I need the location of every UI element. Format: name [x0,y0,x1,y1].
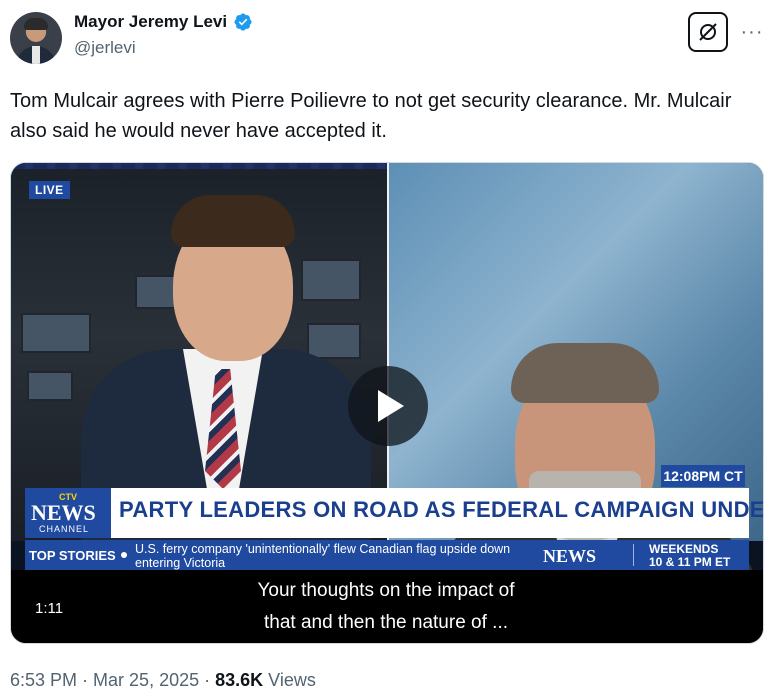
studio-anchor-panel [11,163,387,549]
video-duration: 1:11 [35,600,64,617]
more-options-icon[interactable]: ··· [738,18,766,46]
ctv-news-channel-logo: CTV NEWS CHANNEL [25,488,111,538]
broadcast-headline: PARTY LEADERS ON ROAD AS FEDERAL CAMPAIG… [119,497,764,522]
split-divider [387,163,389,541]
play-icon [378,390,404,422]
video-player[interactable]: LIVE 12:08PM CT CTV NEWS CHANNEL PARTY L… [10,162,764,644]
tweet-text: Tom Mulcair agrees with Pierre Poilievre… [10,90,732,142]
broadcast-clock: 12:08PM CT [661,465,745,487]
views-count: 83.6K [215,670,264,690]
grok-icon[interactable] [688,12,728,52]
author-display-name[interactable]: Mayor Jeremy Levi [74,12,227,32]
ticker-news-logo: NEWS [543,546,597,566]
ticker-dot-icon [121,552,127,558]
ticker-schedule: WEEKENDS 10 & 11 PM ET [649,542,731,569]
tweet-metadata: 6:53 PM · Mar 25, 2025 · 83.6K Views [10,670,316,690]
caption-line-1: Your thoughts on the impact of [257,580,515,601]
verified-badge-icon [233,12,253,32]
news-ticker: TOP STORIES U.S. ferry company 'unintent… [25,540,749,570]
author-handle[interactable]: @jerlevi [74,38,136,58]
ticker-label: TOP STORIES [29,548,116,563]
post-date[interactable]: Mar 25, 2025 [93,670,199,690]
author-avatar[interactable] [10,12,62,64]
ticker-story: U.S. ferry company 'unintentionally' fle… [135,542,511,570]
post-time[interactable]: 6:53 PM [10,670,77,690]
name-row: Mayor Jeremy Levi [74,12,253,32]
views-label: Views [263,670,316,690]
caption-line-2: that and then the nature of ... [263,612,508,633]
tweet-header: Mayor Jeremy Levi @jerlevi ··· [10,8,766,68]
play-button[interactable] [348,366,428,446]
live-badge: LIVE [29,181,70,199]
closed-captions: 1:11 Your thoughts on the impact of that… [11,570,763,643]
